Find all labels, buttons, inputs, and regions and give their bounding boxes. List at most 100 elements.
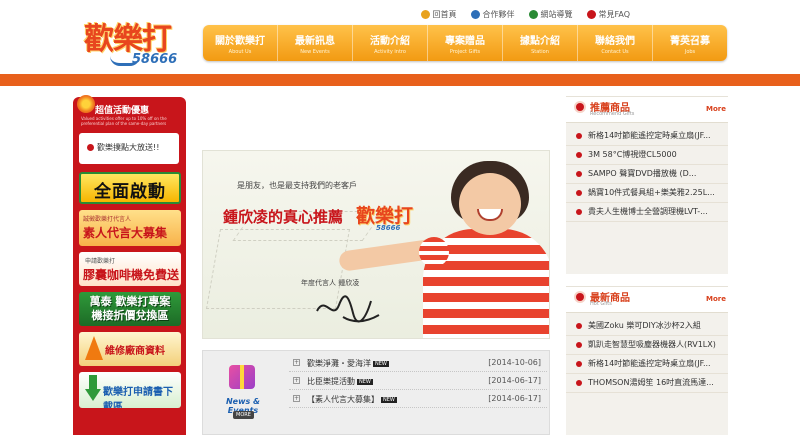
- flower-icon: [77, 95, 95, 113]
- product-item[interactable]: 新格14吋節能遙控定時桌立扇(JF...: [566, 127, 728, 146]
- section-bullet-icon: [576, 293, 584, 301]
- nav-contact[interactable]: 聯絡我們 Contact Us: [578, 25, 653, 61]
- product-name: 貴夫人生機博士全營調理機LVT-...: [588, 207, 708, 216]
- banner-title: 維修廠商資料: [105, 346, 165, 357]
- product-item[interactable]: 鍋寶10件式餐具組+樂美雅2.25L...: [566, 184, 728, 203]
- news-title-text: 比臣樂提活動: [307, 377, 355, 386]
- top-link-label: 回首頁: [432, 10, 457, 19]
- logo-number: 58666: [132, 52, 178, 67]
- banner-repair-vendors[interactable]: 維修廠商資料: [79, 332, 181, 366]
- signature-graphic: [316, 295, 380, 323]
- banner-small-text: 誠徵歡樂打代言人: [83, 216, 132, 223]
- banner-full-launch[interactable]: 全面啟動: [79, 172, 181, 204]
- nav-news[interactable]: 最新訊息 New Events: [278, 25, 353, 61]
- recommend-more-link[interactable]: More: [706, 105, 726, 113]
- product-name: 3M 58°C博視燈CL5000: [588, 150, 677, 159]
- news-date: [2014-06-17]: [488, 376, 541, 385]
- product-name: 美國Zoku 樂可DIY冰沙杯2入組: [588, 321, 701, 330]
- nav-label: 菁英召募: [670, 36, 710, 47]
- banner-line-1: 萬泰 歡樂打專案: [89, 295, 171, 308]
- nav-sublabel: Station: [531, 49, 549, 55]
- nav-sublabel: Activity intro: [374, 49, 406, 55]
- header-divider-band: [0, 74, 800, 86]
- top-links: 回首頁 合作夥伴 網站導覽 常見FAQ: [420, 9, 630, 20]
- product-name: THOMSON湯姆笙 16吋直流馬達...: [588, 378, 714, 387]
- product-item[interactable]: 貴夫人生機博士全營調理機LVT-...: [566, 203, 728, 222]
- hero-tagline: 是朋友，也是最支持我們的老客戶: [237, 181, 357, 190]
- hero-banner[interactable]: 是朋友，也是最支持我們的老客戶 鍾欣凌的真心推薦 歡樂打 58666 年度代言人…: [202, 150, 550, 339]
- banner-title: 膠囊咖啡機免費送: [83, 268, 180, 282]
- news-badge[interactable]: News & Events MORE: [211, 359, 271, 423]
- home-icon: [420, 10, 430, 19]
- hot-header: 最新商品 Hot Gifts More: [566, 287, 728, 313]
- product-name: 新格14吋節能遙控定時桌立扇(JF...: [588, 131, 711, 140]
- top-link-faq[interactable]: 常見FAQ: [586, 9, 630, 20]
- news-title-text: 【素人代言大募集】: [307, 395, 379, 404]
- product-item[interactable]: 凱趴走智慧型吸塵器機器人(RV1LX): [566, 336, 728, 355]
- sidebar-header: 超值活動優惠 Valued activities offer up to 10%…: [73, 95, 186, 127]
- news-item[interactable]: + 歡樂淨灘・愛海洋 NEW [2014-10-06]: [289, 354, 547, 372]
- news-more-link[interactable]: MORE: [233, 411, 254, 419]
- nav-label: 最新訊息: [295, 36, 335, 47]
- bullet-icon: [576, 323, 582, 329]
- hot-more-link[interactable]: More: [706, 295, 726, 303]
- bullet-icon: [576, 152, 582, 158]
- bullet-icon: [576, 361, 582, 367]
- banner-application-download[interactable]: 歡樂打申請書下載區: [79, 372, 181, 408]
- promo-notice[interactable]: 歡樂撲點大放送!!: [79, 133, 179, 164]
- expand-icon: +: [293, 359, 300, 366]
- banner-spokesperson-recruit[interactable]: 誠徵歡樂打代言人 素人代言大募集: [79, 210, 181, 246]
- product-item[interactable]: 美國Zoku 樂可DIY冰沙杯2入組: [566, 317, 728, 336]
- top-link-partners[interactable]: 合作夥伴: [470, 9, 515, 20]
- traffic-cone-icon: [85, 336, 103, 360]
- nav-jobs[interactable]: 菁英召募 Jobs: [653, 25, 727, 61]
- banner-title: 歡樂打申請書下載區: [103, 387, 173, 408]
- news-title: 比臣樂提活動 NEW: [307, 376, 373, 387]
- nav-label: 聯絡我們: [595, 36, 635, 47]
- news-date: [2014-10-06]: [488, 358, 541, 367]
- new-tag: NEW: [381, 397, 397, 403]
- product-item[interactable]: 3M 58°C博視燈CL5000: [566, 146, 728, 165]
- news-title-text: 歡樂淨灘・愛海洋: [307, 359, 371, 368]
- top-link-sitemap[interactable]: 網站導覽: [528, 9, 573, 20]
- nav-activity[interactable]: 活動介紹 Activity intro: [353, 25, 428, 61]
- top-link-home[interactable]: 回首頁: [420, 9, 457, 20]
- notice-bullet-icon: [87, 144, 94, 151]
- nav-gifts[interactable]: 專案贈品 Project Gifts: [428, 25, 503, 61]
- nav-sublabel: Project Gifts: [449, 49, 481, 55]
- product-name: 新格14吋節能遙控定時桌立扇(JF...: [588, 359, 711, 368]
- news-item[interactable]: + 【素人代言大募集】 NEW [2014-06-17]: [289, 390, 547, 408]
- nav-sublabel: Jobs: [684, 49, 696, 55]
- hot-list: 美國Zoku 樂可DIY冰沙杯2入組 凱趴走智慧型吸塵器機器人(RV1LX) 新…: [566, 313, 728, 393]
- bullet-icon: [576, 190, 582, 196]
- banner-trade-in[interactable]: 萬泰 歡樂打專案 機接折價兌換區: [79, 292, 181, 326]
- bullet-icon: [576, 380, 582, 386]
- product-item[interactable]: THOMSON湯姆笙 16吋直流馬達...: [566, 374, 728, 393]
- main-nav: 關於歡樂打 About Us 最新訊息 New Events 活動介紹 Activit…: [203, 25, 727, 61]
- news-list: + 歡樂淨灘・愛海洋 NEW [2014-10-06] + 比臣樂提活動 NEW […: [289, 354, 547, 408]
- banner-coffee-machine[interactable]: 申請歡樂打 膠囊咖啡機免費送: [79, 252, 181, 286]
- bullet-icon: [576, 209, 582, 215]
- product-item[interactable]: SAMPO 聲寶DVD播放機 (D...: [566, 165, 728, 184]
- nav-station[interactable]: 據點介紹 Station: [503, 25, 578, 61]
- news-item[interactable]: + 比臣樂提活動 NEW [2014-06-17]: [289, 372, 547, 390]
- recommend-header: 推薦商品 Recommend Gifts More: [566, 97, 728, 123]
- nav-label: 據點介紹: [520, 36, 560, 47]
- sidebar-title: 超值活動優惠: [95, 106, 150, 116]
- new-tag: NEW: [373, 361, 389, 367]
- bullet-icon: [576, 133, 582, 139]
- bullet-icon: [576, 342, 582, 348]
- product-item[interactable]: 新格14吋節能遙控定時桌立扇(JF...: [566, 355, 728, 374]
- site-logo[interactable]: 歡樂打 58666: [84, 12, 188, 70]
- banner-title: 素人代言大募集: [83, 226, 168, 240]
- nav-about[interactable]: 關於歡樂打 About Us: [203, 25, 278, 61]
- recommend-panel: 推薦商品 Recommend Gifts More 新格14吋節能遙控定時桌立扇…: [566, 96, 728, 274]
- gift-box-icon: [229, 365, 255, 389]
- product-name: 凱趴走智慧型吸塵器機器人(RV1LX): [588, 340, 716, 349]
- nav-label: 專案贈品: [445, 36, 485, 47]
- product-name: SAMPO 聲寶DVD播放機 (D...: [588, 169, 697, 178]
- banner-title: 萬泰 歡樂打專案 機接折價兌換區: [79, 292, 181, 323]
- hero-logo-number: 58666: [376, 224, 401, 232]
- nav-sublabel: Contact Us: [601, 49, 629, 55]
- nav-sublabel: About Us: [228, 49, 252, 55]
